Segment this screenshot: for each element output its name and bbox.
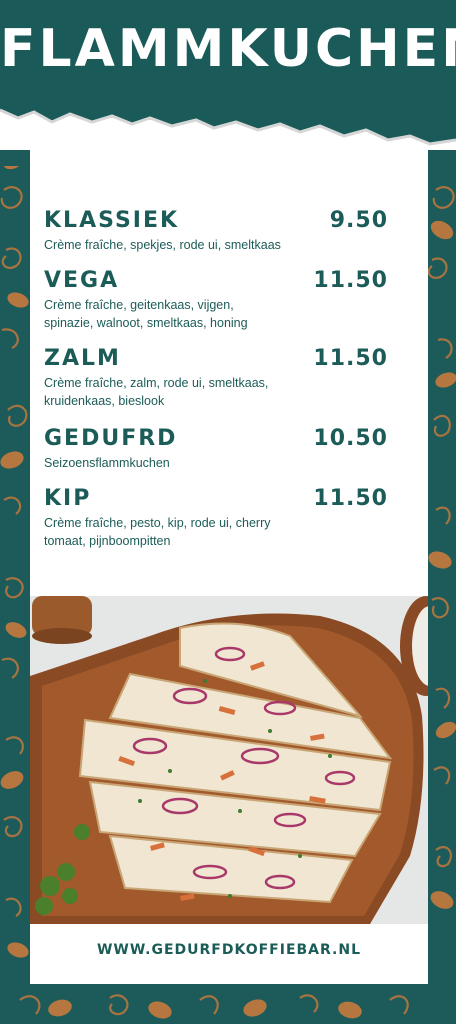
menu-item: ZALM 11.50 Crème fraîche, zalm, rode ui,… — [44, 346, 387, 410]
flammkuchen-photo — [30, 596, 428, 924]
item-description: Crème fraîche, zalm, rode ui, smeltkaas,… — [44, 376, 269, 408]
item-description: Crème fraîche, spekjes, rode ui, smeltka… — [44, 238, 281, 252]
menu-item: KLASSIEK 9.50 Crème fraîche, spekjes, ro… — [44, 208, 387, 254]
item-price: 9.50 — [329, 208, 388, 233]
item-price: 11.50 — [313, 486, 388, 511]
menu-item: KIP 11.50 Crème fraîche, pesto, kip, rod… — [44, 486, 387, 550]
page-title: FLAMMKUCHEN — [0, 19, 456, 79]
footer-band: WWW.GEDURFDKOFFIEBAR.NL — [30, 924, 428, 984]
menu-poster: FLAMMKUCHEN KLASSIEK 9.50 Crème fraîche,… — [0, 0, 456, 1024]
item-description: Crème fraîche, pesto, kip, rode ui, cher… — [44, 516, 271, 548]
item-description: Crème fraîche, geitenkaas, vijgen, spina… — [44, 298, 248, 330]
menu-item: VEGA 11.50 Crème fraîche, geitenkaas, vi… — [44, 268, 387, 332]
item-price: 10.50 — [313, 426, 388, 451]
item-name: KLASSIEK — [44, 208, 180, 233]
item-description: Seizoensflammkuchen — [44, 456, 170, 470]
item-price: 11.50 — [313, 268, 388, 293]
website-url: WWW.GEDURFDKOFFIEBAR.NL — [96, 942, 362, 958]
item-price: 11.50 — [313, 346, 388, 371]
menu-item: GEDUFRD 10.50 Seizoensflammkuchen — [44, 426, 387, 472]
